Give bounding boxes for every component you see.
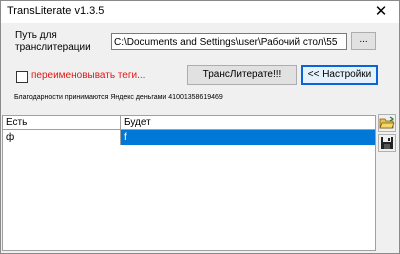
- column-header-is[interactable]: Есть: [3, 116, 121, 130]
- open-folder-icon[interactable]: [378, 114, 396, 132]
- rename-tags-checkbox[interactable]: [16, 71, 28, 83]
- rename-tags-label[interactable]: переименовывать теги...: [31, 70, 145, 81]
- title-bar: TransLiterate v1.3.5 ✕: [1, 1, 399, 23]
- table-cell-is[interactable]: ф: [3, 130, 121, 145]
- browse-button[interactable]: ...: [351, 32, 376, 50]
- path-label-line1: Путь для: [15, 30, 57, 41]
- path-input[interactable]: C:\Documents and Settings\user\Рабочий с…: [111, 33, 347, 50]
- thanks-text: Благодарности принимаются Яндекс деньгам…: [14, 94, 223, 101]
- app-window: TransLiterate v1.3.5 ✕ Путь для транслит…: [0, 0, 400, 254]
- window-title: TransLiterate v1.3.5: [7, 5, 105, 17]
- path-label-line2: транслитерации: [15, 42, 91, 53]
- settings-button[interactable]: << Настройки: [301, 65, 378, 85]
- table-cell-will-be[interactable]: f: [121, 130, 375, 145]
- save-disk-icon[interactable]: [378, 134, 396, 152]
- close-icon[interactable]: ✕: [363, 1, 399, 23]
- transliterate-button[interactable]: ТрансЛитерате!!!: [187, 65, 297, 85]
- column-header-will-be[interactable]: Будет: [121, 116, 375, 130]
- mapping-table[interactable]: Есть Будет ф f: [2, 115, 376, 251]
